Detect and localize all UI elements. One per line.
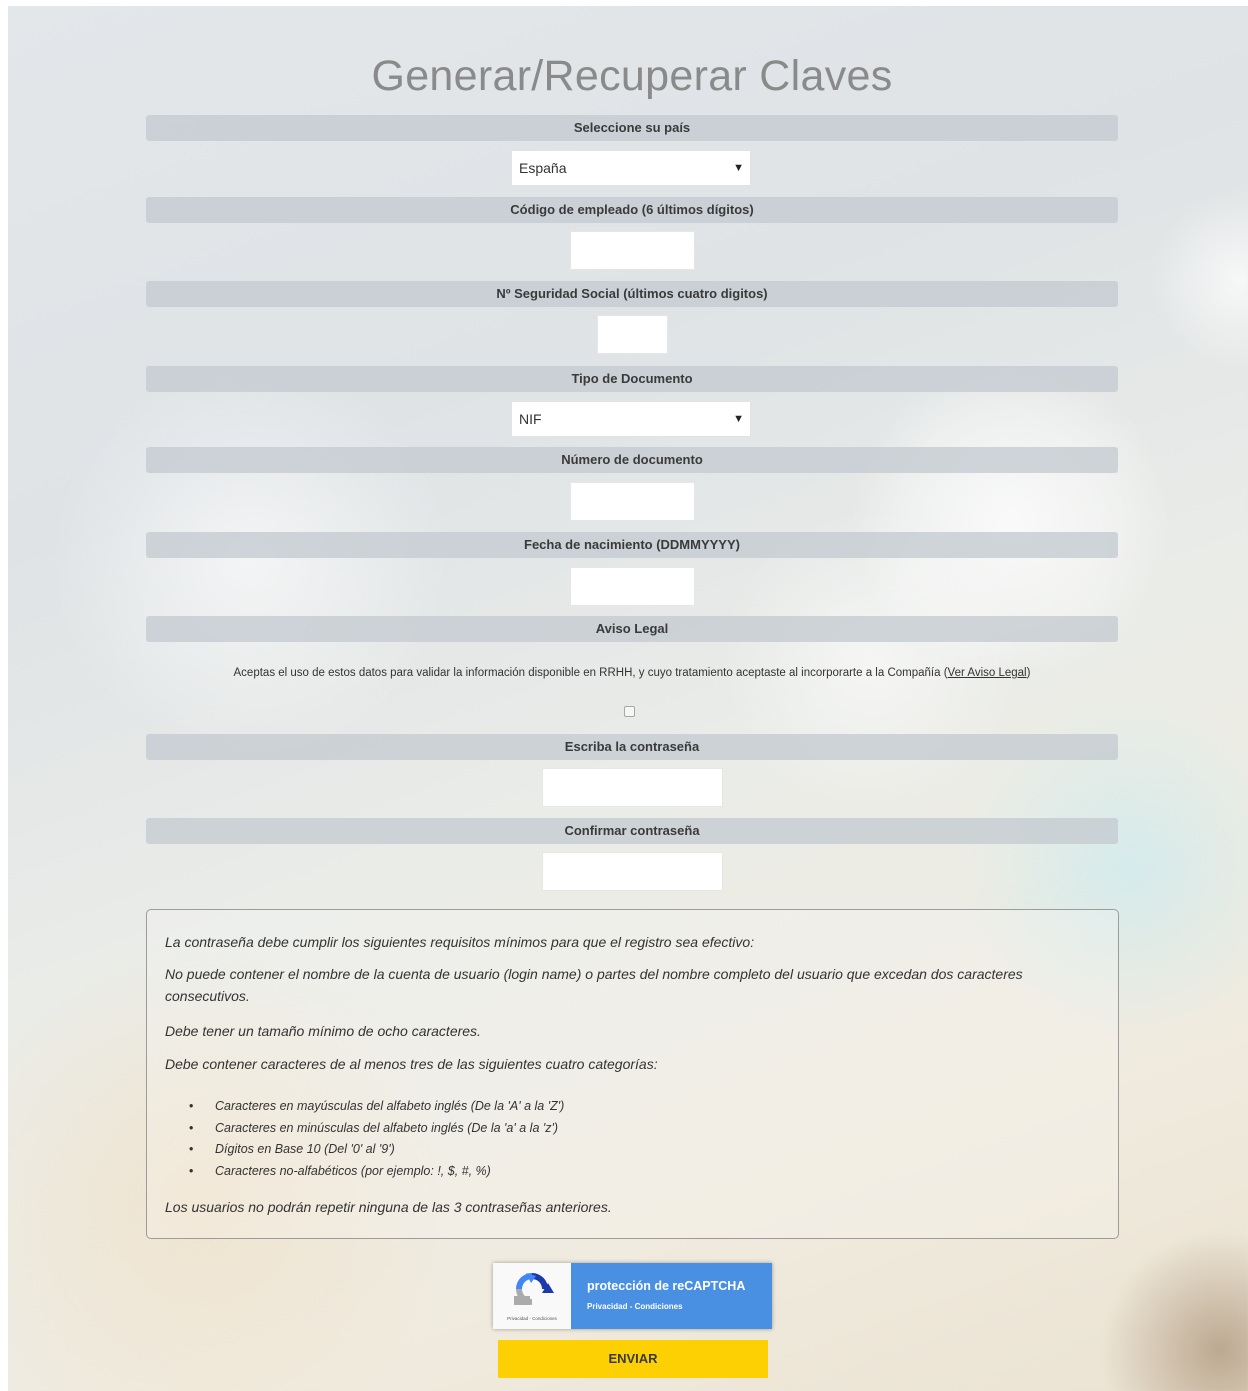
requirements-intro: La contraseña debe cumplir los siguiente… [165, 934, 755, 950]
list-item: • Caracteres en mayúsculas del alfabeto i… [189, 1096, 564, 1118]
bullet-icon: • [189, 1142, 194, 1156]
birth-date-input[interactable] [570, 567, 695, 606]
country-label: Seleccione su país [146, 115, 1118, 141]
recaptcha-small-links: Privacidad - Condiciones [507, 1316, 557, 1321]
page-top-border [0, 0, 1248, 6]
legal-notice-link[interactable]: Ver Aviso Legal [948, 667, 1027, 679]
recaptcha-links[interactable]: Privacidad - Condiciones [587, 1302, 683, 1311]
password-requirements-box: La contraseña debe cumplir los siguiente… [146, 909, 1119, 1239]
bullet-icon: • [189, 1120, 194, 1135]
bullet-icon: • [189, 1099, 194, 1113]
document-number-input[interactable] [570, 482, 695, 521]
legal-notice-label: Aviso Legal [146, 616, 1118, 642]
legal-notice-body: Aceptas el uso de estos datos para valid… [233, 667, 948, 679]
requirement-rule-3: Debe contener caracteres de al menos tre… [165, 1056, 658, 1072]
recaptcha-info-panel: protección de reCAPTCHA Privacidad - Con… [571, 1263, 772, 1329]
legal-accept-checkbox[interactable] [624, 706, 635, 717]
confirm-password-input[interactable] [542, 852, 723, 891]
requirement-categories-list: • Caracteres en mayúsculas del alfabeto i… [189, 1096, 564, 1182]
requirement-rule-2: Debe tener un tamaño mínimo de ocho cara… [165, 1023, 481, 1039]
country-select-value: España [519, 160, 567, 176]
document-number-label: Número de documento [146, 447, 1118, 473]
requirement-rule-1: No puede contener el nombre de la cuenta… [165, 966, 1023, 1004]
employee-code-label: Código de empleado (6 últimos dígitos) [146, 197, 1118, 223]
document-type-select-value: NIF [519, 411, 542, 427]
recaptcha-logo-area: Privacidad - Condiciones [493, 1263, 571, 1329]
dropdown-arrow-icon: ▼ [733, 413, 744, 425]
document-type-select[interactable]: NIF ▼ [511, 401, 751, 437]
category-text: Caracteres en mayúsculas del alfabeto in… [215, 1099, 565, 1113]
page-left-border [0, 0, 8, 1391]
bullet-icon: • [189, 1163, 194, 1178]
legal-notice-text: Aceptas el uso de estos datos para valid… [146, 667, 1118, 679]
password-label: Escriba la contraseña [146, 734, 1118, 760]
requirements-footer: Los usuarios no podrán repetir ninguna d… [165, 1199, 612, 1215]
page-title: Generar/Recuperar Claves [371, 52, 893, 100]
employee-code-input[interactable] [570, 231, 695, 270]
submit-button[interactable]: ENVIAR [498, 1340, 768, 1378]
social-security-input[interactable] [597, 315, 668, 354]
password-input[interactable] [542, 768, 723, 807]
legal-notice-end: ) [1026, 667, 1031, 679]
recaptcha-widget[interactable]: Privacidad - Condiciones protección de r… [493, 1263, 772, 1329]
list-item: • Caracteres no-alfabéticos (por ejemplo:… [189, 1161, 564, 1183]
recaptcha-title: protección de reCAPTCHA [587, 1279, 746, 1293]
country-select[interactable]: España ▼ [511, 150, 751, 186]
birth-date-label: Fecha de nacimiento (DDMMYYYY) [146, 532, 1118, 558]
list-item: • Dígitos en Base 10 (Del '0' al '9') [189, 1139, 564, 1161]
list-item: • Caracteres en minúsculas del alfabeto i… [189, 1118, 564, 1140]
category-text: Dígitos en Base 10 (Del '0' al '9') [215, 1142, 395, 1156]
social-security-label: Nº Seguridad Social (últimos cuatro digi… [146, 281, 1118, 307]
category-text: Caracteres no-alfabéticos (por ejemplo: … [215, 1163, 491, 1178]
dropdown-arrow-icon: ▼ [733, 162, 744, 174]
document-type-label: Tipo de Documento [146, 366, 1118, 392]
category-text: Caracteres en minúsculas del alfabeto in… [215, 1120, 559, 1135]
confirm-password-label: Confirmar contraseña [146, 818, 1118, 844]
